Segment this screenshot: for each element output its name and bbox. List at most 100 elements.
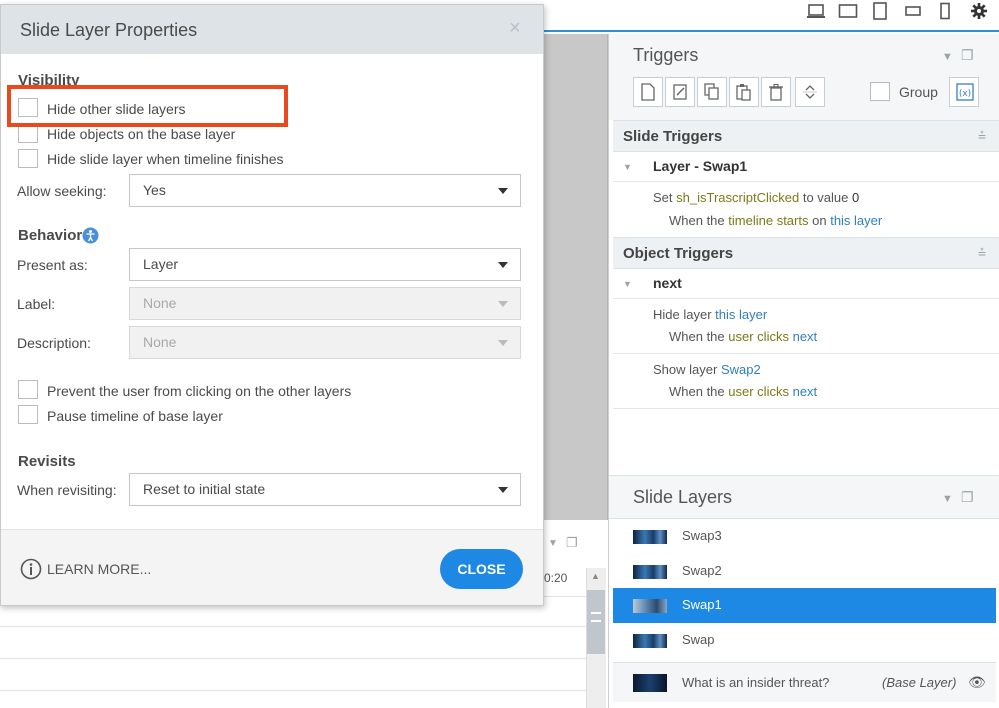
slide-canvas bbox=[544, 34, 608, 520]
trigger-row[interactable]: Show layer Swap2 When the user clicks ne… bbox=[613, 354, 999, 409]
description-field-label: Description: bbox=[17, 335, 91, 351]
timeline-float-icon[interactable]: ❐ bbox=[566, 535, 578, 551]
behavior-heading: Behavior bbox=[18, 227, 83, 244]
description-select: None bbox=[129, 326, 521, 359]
slide-triggers-heading: Slide Triggers bbox=[623, 128, 723, 145]
close-icon[interactable]: × bbox=[509, 17, 521, 40]
chevron-down-icon[interactable]: ▼ bbox=[942, 51, 953, 63]
collapse-icon[interactable]: ⩮ bbox=[978, 127, 986, 144]
trigger-target[interactable]: Swap2 bbox=[721, 362, 761, 377]
chevron-down-icon[interactable]: ▼ bbox=[623, 162, 632, 172]
scroll-up-icon[interactable]: ▲ bbox=[591, 571, 600, 581]
prevent-click-checkbox[interactable] bbox=[18, 380, 38, 399]
accessibility-info-icon[interactable] bbox=[82, 227, 99, 244]
trigger-action: Hide layer bbox=[653, 307, 712, 322]
collapse-icon[interactable]: ⩮ bbox=[978, 244, 986, 261]
timeline-row-line bbox=[0, 626, 586, 627]
right-panel: Triggers ▼ ❐ Group (x) Slide Triggers ⩮ bbox=[608, 34, 999, 708]
layer-name: Swap1 bbox=[682, 597, 722, 612]
laptop-icon[interactable] bbox=[806, 2, 826, 20]
close-button[interactable]: CLOSE bbox=[440, 549, 523, 589]
new-trigger-button[interactable] bbox=[633, 77, 663, 107]
trigger-group[interactable]: ▼ Layer - Swap1 bbox=[613, 152, 999, 182]
prevent-click-label: Prevent the user from clicking on the ot… bbox=[47, 383, 352, 399]
when-revisiting-select[interactable]: Reset to initial state bbox=[129, 473, 521, 506]
layer-row-swap1[interactable]: Swap1 bbox=[613, 588, 996, 623]
hide-when-finishes-checkbox[interactable] bbox=[18, 149, 38, 168]
trigger-target[interactable]: this layer bbox=[715, 307, 767, 322]
trigger-group-name: next bbox=[653, 275, 682, 291]
pause-timeline-label: Pause timeline of base layer bbox=[47, 408, 223, 424]
dialog-header: Slide Layer Properties × bbox=[1, 5, 543, 54]
phone-portrait-icon[interactable] bbox=[935, 2, 955, 20]
variables-icon: (x) bbox=[956, 83, 974, 101]
select-value: None bbox=[143, 295, 177, 311]
timeline-collapse-icon[interactable]: ▼ bbox=[548, 538, 558, 549]
layer-name: Swap bbox=[682, 632, 715, 647]
float-panel-icon[interactable]: ❐ bbox=[961, 489, 974, 506]
layer-row-swap3[interactable]: Swap3 bbox=[613, 519, 996, 554]
layer-thumbnail bbox=[633, 565, 667, 579]
chevron-down-icon[interactable]: ▼ bbox=[942, 493, 953, 505]
select-value: Layer bbox=[143, 256, 179, 272]
object-triggers-section[interactable]: Object Triggers ⩮ bbox=[613, 237, 999, 269]
copy-trigger-button[interactable] bbox=[697, 77, 727, 107]
caret-down-icon bbox=[498, 487, 508, 493]
trigger-text: to value bbox=[802, 190, 849, 205]
allow-seeking-select[interactable]: Yes bbox=[129, 174, 521, 207]
edit-trigger-button[interactable] bbox=[665, 77, 695, 107]
trigger-row[interactable]: Set sh_isTrascriptClicked to value 0 Whe… bbox=[613, 182, 999, 240]
slide-layers-header: Slide Layers ▼ ❐ bbox=[609, 475, 999, 519]
copy-icon bbox=[704, 83, 719, 100]
new-file-icon bbox=[641, 83, 655, 101]
timeline-scroll-thumb[interactable] bbox=[587, 590, 605, 654]
chevron-down-icon[interactable]: ▼ bbox=[623, 279, 632, 289]
trash-icon bbox=[769, 83, 783, 101]
when-revisiting-label: When revisiting: bbox=[17, 482, 117, 498]
layer-row-swap2[interactable]: Swap2 bbox=[613, 554, 996, 589]
eye-icon[interactable]: 👁 bbox=[968, 674, 986, 691]
trigger-row[interactable]: Hide layer this layer When the user clic… bbox=[613, 299, 999, 354]
base-layer-tag: (Base Layer) bbox=[882, 675, 957, 690]
layer-row-swap[interactable]: Swap bbox=[613, 623, 996, 658]
trigger-object[interactable]: next bbox=[793, 329, 818, 344]
variables-button[interactable]: (x) bbox=[949, 77, 979, 107]
label-field-label: Label: bbox=[17, 296, 56, 312]
tablet-landscape-icon[interactable] bbox=[838, 2, 858, 20]
learn-more-text: LEARN MORE... bbox=[47, 561, 152, 577]
layer-name: Swap2 bbox=[682, 563, 722, 578]
group-checkbox[interactable] bbox=[870, 82, 890, 101]
delete-trigger-button[interactable] bbox=[761, 77, 791, 107]
trigger-group[interactable]: ▼ next bbox=[613, 269, 999, 299]
dialog-title: Slide Layer Properties bbox=[20, 20, 198, 40]
highlight-box bbox=[7, 85, 288, 127]
trigger-object[interactable]: next bbox=[793, 384, 818, 399]
trigger-action: Set bbox=[653, 190, 673, 205]
move-trigger-button[interactable] bbox=[795, 77, 825, 107]
trigger-object[interactable]: this layer bbox=[830, 213, 882, 228]
tablet-portrait-icon[interactable] bbox=[870, 2, 890, 20]
timeline-time-label: 0:20 bbox=[544, 571, 568, 585]
paste-trigger-button[interactable] bbox=[729, 77, 759, 107]
revisits-heading: Revisits bbox=[18, 453, 76, 470]
trigger-event[interactable]: user clicks bbox=[728, 384, 789, 399]
trigger-value[interactable]: 0 bbox=[852, 190, 859, 205]
hide-base-objects-label: Hide objects on the base layer bbox=[47, 126, 236, 142]
trigger-event[interactable]: user clicks bbox=[728, 329, 789, 344]
trigger-text: on bbox=[812, 213, 827, 228]
hide-when-finishes-label: Hide slide layer when timeline finishes bbox=[47, 151, 284, 167]
float-panel-icon[interactable]: ❐ bbox=[961, 47, 974, 64]
caret-down-icon bbox=[498, 262, 508, 268]
trigger-event[interactable]: timeline starts bbox=[728, 213, 808, 228]
trigger-variable[interactable]: sh_isTrascriptClicked bbox=[676, 190, 799, 205]
present-as-select[interactable]: Layer bbox=[129, 248, 521, 281]
slide-layers-title: Slide Layers bbox=[633, 487, 733, 507]
gear-icon[interactable] bbox=[969, 2, 989, 20]
slide-triggers-section[interactable]: Slide Triggers ⩮ bbox=[613, 120, 999, 152]
pause-timeline-checkbox[interactable] bbox=[18, 405, 38, 424]
layer-row-base[interactable]: What is an insider threat? (Base Layer) … bbox=[613, 662, 996, 702]
layer-thumbnail bbox=[633, 530, 667, 544]
edit-icon bbox=[673, 84, 687, 100]
trigger-text: When the bbox=[669, 213, 725, 228]
phone-landscape-icon[interactable] bbox=[903, 2, 923, 20]
